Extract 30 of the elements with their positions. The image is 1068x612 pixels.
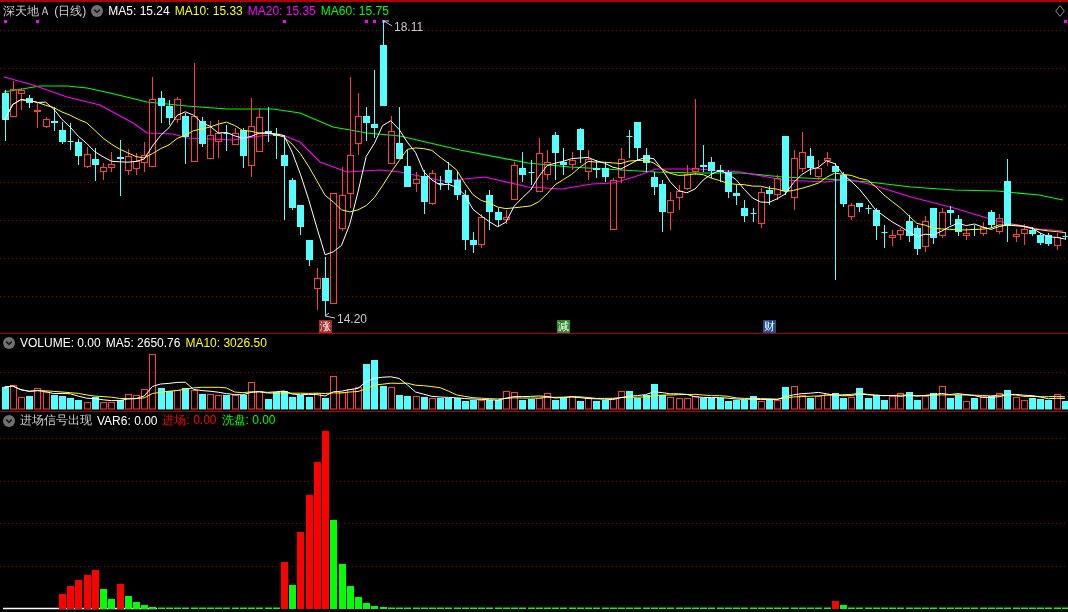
signal-badge: 财	[763, 320, 776, 333]
signal-badge: 涨	[319, 320, 332, 333]
price-label: 14.20	[337, 312, 368, 326]
event-marker-icon	[1064, 20, 1067, 23]
indicator-legend: 进场: 0.00	[162, 412, 217, 429]
event-marker-icon	[36, 20, 39, 23]
volume-legend: MA5: 2650.76	[105, 335, 181, 350]
event-marker-icon	[365, 20, 368, 23]
indicator-legend: VAR6: 0.00	[97, 413, 158, 428]
signal-badge: 减	[557, 320, 570, 333]
volume-legend: VOLUME: 0.00	[20, 335, 101, 350]
ma-legend: MA60: 15.75	[320, 4, 389, 18]
chevron-down-icon[interactable]	[3, 336, 15, 349]
ma-legend: MA20: 15.35	[247, 4, 316, 18]
chart-title: 深天地Ａ (日线)	[3, 2, 87, 20]
volume-legend: MA10: 3026.50	[185, 335, 267, 350]
chevron-down-icon[interactable]	[91, 5, 104, 17]
diamond-icon[interactable]	[1055, 5, 1065, 17]
chevron-down-icon[interactable]	[3, 414, 15, 427]
leader-line	[324, 312, 336, 319]
price-label: 18.11	[394, 20, 424, 34]
leader-line	[383, 20, 393, 27]
event-marker-icon	[283, 20, 286, 23]
event-marker-icon	[382, 20, 385, 23]
ma-legend: MA5: 15.24	[108, 4, 170, 18]
ma-legend: MA10: 15.33	[174, 4, 243, 18]
event-marker-icon	[373, 20, 376, 23]
indicator-title: 进场信号出现	[20, 412, 92, 429]
indicator-legend: 洗盘: 0.00	[221, 412, 276, 429]
event-marker-icon	[4, 20, 7, 23]
